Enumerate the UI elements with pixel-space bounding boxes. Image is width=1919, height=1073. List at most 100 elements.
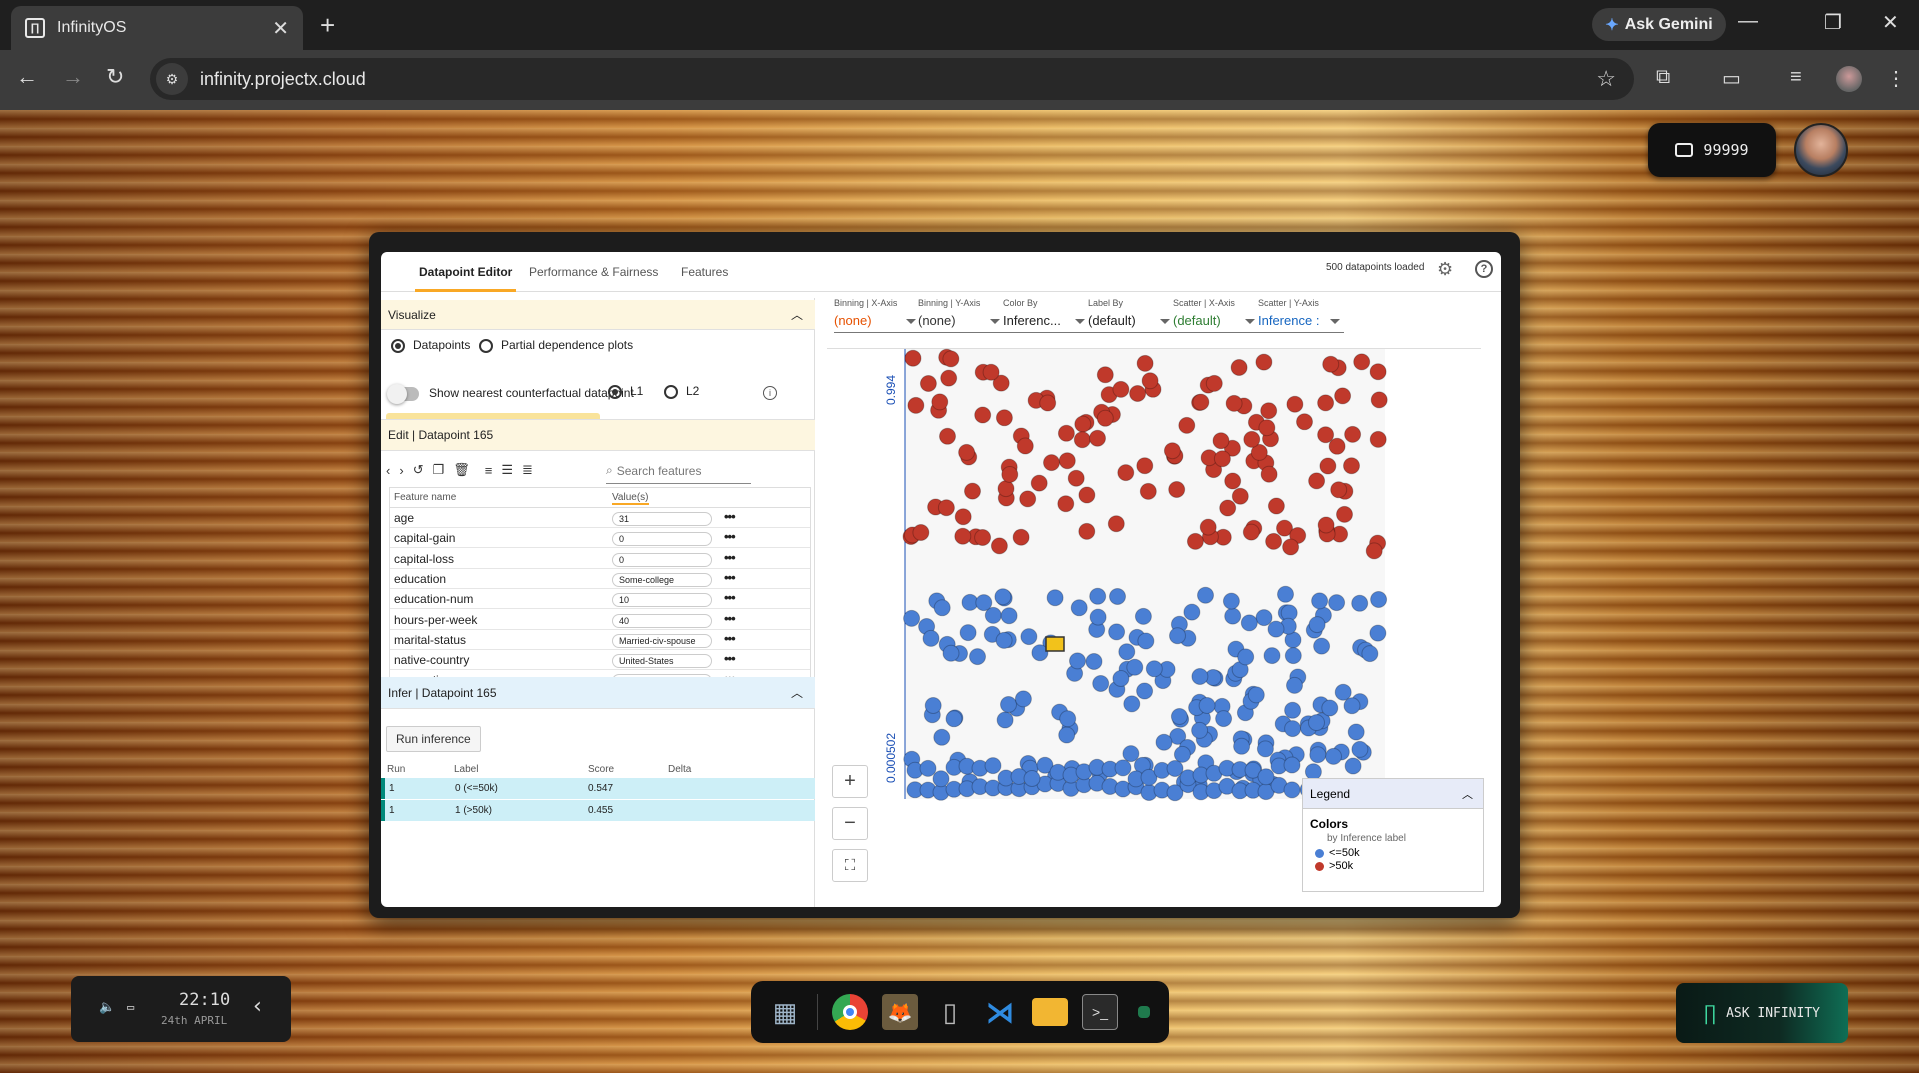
l2-radio[interactable]: L2 <box>664 384 699 399</box>
app-launcher-icon[interactable]: ▦ <box>767 994 803 1030</box>
tab-performance-fairness[interactable]: Performance & Fairness <box>529 265 658 279</box>
plot-control-select[interactable]: Color By Inferenc... <box>1003 298 1089 333</box>
plot-control-select[interactable]: Binning | Y-Axis (none) <box>918 298 1004 333</box>
legend-panel: Legend ︿ Colors by Inference label <=50k… <box>1302 778 1484 892</box>
feature-value-input[interactable]: Some-college <box>612 572 712 587</box>
forward-icon[interactable]: → <box>62 64 84 90</box>
plot-control-select[interactable]: Scatter | Y-Axis Inference : <box>1258 298 1344 333</box>
info-icon[interactable]: i <box>763 386 777 400</box>
terminal-icon[interactable]: >_ <box>1082 994 1118 1030</box>
address-bar[interactable]: ⚙ infinity.projectx.cloud ☆ <box>150 58 1634 100</box>
col-values: Value(s) <box>612 492 649 505</box>
close-tab-icon[interactable]: ✕ <box>272 16 289 41</box>
user-avatar[interactable] <box>1794 123 1848 177</box>
chevron-up-icon[interactable]: ︿ <box>1462 786 1473 802</box>
run-inference-button[interactable]: Run inference <box>386 726 481 752</box>
sort-icon[interactable]: ☰ <box>501 462 513 478</box>
spreadsheet-icon[interactable] <box>1138 1006 1150 1018</box>
clock-date: 24th APRIL <box>161 1014 228 1027</box>
wallet-widget[interactable]: 99999 <box>1648 123 1776 177</box>
minimize-icon[interactable]: — <box>1738 10 1758 33</box>
chevron-left-icon[interactable]: ‹ <box>251 994 264 1019</box>
plot-control-select[interactable]: Binning | X-Axis (none) <box>834 298 920 333</box>
l1-radio[interactable]: L1 <box>608 384 643 399</box>
search-features-input[interactable]: ⌕ Search features <box>606 458 751 484</box>
feature-name: marital-status <box>394 632 467 647</box>
feature-value-input[interactable]: 40 <box>612 613 712 628</box>
new-tab-icon[interactable]: + <box>320 10 335 41</box>
tab-search-icon[interactable]: ▭ <box>1722 66 1741 91</box>
feature-value-input[interactable]: 0 <box>612 532 712 547</box>
more-options-icon[interactable]: ••• <box>724 550 736 565</box>
feature-value-input[interactable]: 10 <box>612 593 712 608</box>
plot-control-select[interactable]: Scatter | X-Axis (default) <box>1173 298 1259 333</box>
site-settings-icon[interactable]: ⚙ <box>156 63 188 95</box>
folder-icon[interactable] <box>1032 998 1068 1026</box>
feature-value-input[interactable]: Married-civ-spouse <box>612 633 712 648</box>
reload-icon[interactable]: ↻ <box>106 64 124 90</box>
more-options-icon[interactable]: ••• <box>724 570 736 585</box>
close-window-icon[interactable]: ✕ <box>1882 10 1899 35</box>
chevron-up-icon[interactable]: ︿ <box>791 306 803 323</box>
vscode-icon[interactable]: ⋊ <box>982 994 1018 1030</box>
control-value[interactable]: Inferenc... <box>1003 311 1089 333</box>
history-icon[interactable]: ↺ <box>413 462 424 478</box>
system-tray[interactable]: 🔈 ▭ 22:10 24th APRIL ‹ <box>71 976 291 1042</box>
tab-datapoint-editor[interactable]: Datapoint Editor <box>414 265 517 292</box>
zoom-in-button[interactable]: + <box>832 765 868 798</box>
plot-area[interactable] <box>905 349 1385 799</box>
feature-row: capital-loss 0 ••• <box>390 549 810 569</box>
fit-view-button[interactable]: ⛶ <box>832 849 868 882</box>
ask-gemini-button[interactable]: ✦ Ask Gemini <box>1592 8 1726 41</box>
label-header: Label <box>454 764 479 775</box>
restore-icon[interactable]: ❐ <box>1824 10 1842 35</box>
back-icon[interactable]: ← <box>16 64 38 90</box>
pdp-radio[interactable]: Partial dependence plots <box>479 338 633 353</box>
more-options-icon[interactable]: ••• <box>724 631 736 646</box>
chevron-up-icon[interactable]: ︿ <box>791 684 803 701</box>
profile-avatar[interactable] <box>1836 66 1862 92</box>
more-options-icon[interactable]: ••• <box>724 509 736 524</box>
gimp-icon[interactable]: 🦊 <box>882 994 918 1030</box>
tab-features[interactable]: Features <box>681 265 728 279</box>
prev-datapoint-icon[interactable]: ‹ <box>386 463 390 478</box>
battery-icon[interactable]: ▭ <box>127 1000 134 1014</box>
list-icon[interactable]: ≣ <box>522 462 533 478</box>
feature-value-input[interactable]: United-States <box>612 654 712 669</box>
control-value[interactable]: (none) <box>918 311 1004 333</box>
control-value[interactable]: (default) <box>1088 311 1174 333</box>
plot-control-select[interactable]: Label By (default) <box>1088 298 1174 333</box>
ask-infinity-button[interactable]: ∏ ASK INFINITY <box>1676 983 1848 1043</box>
volume-icon[interactable]: 🔈 <box>99 1000 115 1015</box>
more-options-icon[interactable]: ••• <box>724 590 736 605</box>
visualize-header[interactable]: Visualize ︿ <box>381 300 815 330</box>
duplicate-icon[interactable]: ❐ <box>433 462 445 478</box>
more-options-icon[interactable]: ••• <box>724 611 736 626</box>
chrome-icon[interactable] <box>832 994 868 1030</box>
delete-icon[interactable]: 🗑 <box>453 462 470 478</box>
bookmark-star-icon[interactable]: ☆ <box>1596 66 1616 92</box>
help-icon[interactable]: ? <box>1475 260 1493 278</box>
document-icon[interactable]: ▯ <box>932 994 968 1030</box>
more-options-icon[interactable]: ••• <box>724 651 736 666</box>
control-value[interactable]: (none) <box>834 311 920 333</box>
extensions-icon[interactable]: ⧉ <box>1656 66 1670 89</box>
feature-value-input[interactable]: 0 <box>612 552 712 567</box>
more-options-icon[interactable]: ••• <box>724 529 736 544</box>
menu-icon[interactable]: ⋮ <box>1886 66 1906 91</box>
run-cell: 1 <box>389 805 395 816</box>
next-datapoint-icon[interactable]: › <box>399 463 403 478</box>
align-icon[interactable]: ≡ <box>485 463 493 478</box>
media-controls-icon[interactable]: ≡ <box>1790 66 1802 89</box>
control-value[interactable]: Inference : <box>1258 311 1344 333</box>
browser-tab[interactable]: ∏ InfinityOS ✕ <box>11 6 303 50</box>
feature-value-input[interactable]: 31 <box>612 512 712 526</box>
feature-name: education <box>394 571 447 586</box>
infer-header[interactable]: Infer | Datapoint 165 ︿ <box>381 677 815 709</box>
counterfactual-toggle[interactable] <box>387 384 419 404</box>
datapoints-radio[interactable]: Datapoints <box>391 338 470 353</box>
zoom-out-button[interactable]: − <box>832 807 868 840</box>
settings-gear-icon[interactable]: ⚙ <box>1437 259 1453 280</box>
legend-header[interactable]: Legend ︿ <box>1303 779 1483 809</box>
control-value[interactable]: (default) <box>1173 311 1259 333</box>
